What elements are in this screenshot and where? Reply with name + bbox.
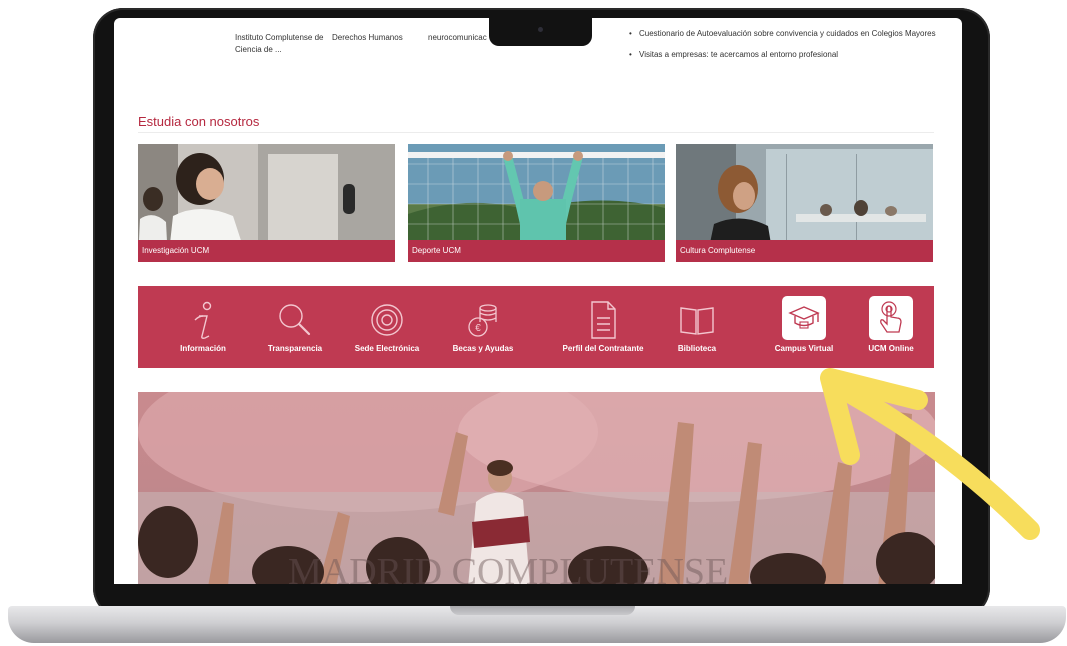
annotation-arrow [820, 368, 1040, 540]
